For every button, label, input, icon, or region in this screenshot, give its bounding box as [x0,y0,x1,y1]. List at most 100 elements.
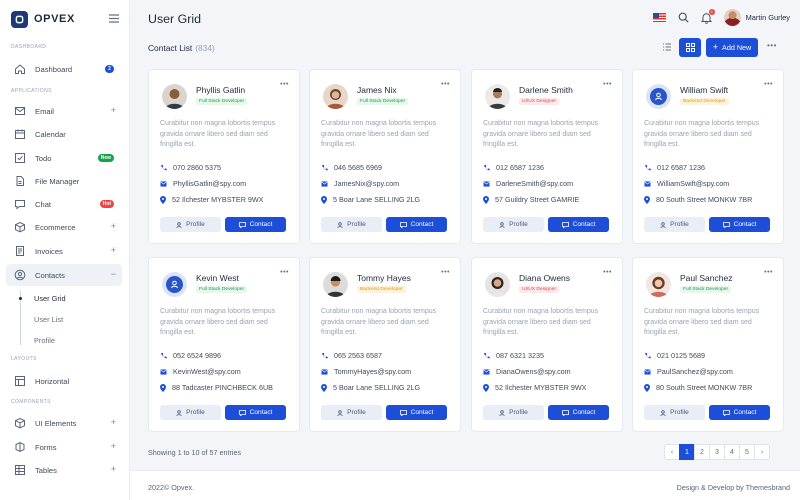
sidebar-item-forms[interactable]: Forms + [6,436,122,458]
sidebar-item-horizontal[interactable]: Horizontal [6,370,122,392]
sidebar-item-label: Horizontal [35,376,70,386]
sidebar-item-tables[interactable]: Tables + [6,459,122,481]
avatar[interactable] [485,272,510,297]
email[interactable]: JamesNix@spy.com [334,179,399,188]
avatar[interactable] [485,84,510,109]
avatar[interactable] [162,84,187,109]
contact-button[interactable]: Contact [386,405,447,420]
phone: 021 0125 5689 [657,351,705,360]
menu-toggle-icon[interactable] [109,14,119,23]
email[interactable]: PhyllisGatlin@spy.com [173,179,246,188]
email-row: PhyllisGatlin@spy.com [160,179,246,188]
email[interactable]: DianaOwens@spy.com [496,367,571,376]
sidebar-item-ecommerce[interactable]: Ecommerce + [6,216,122,238]
address: 80 South Street MONKW 7BR [656,383,753,392]
contact-button[interactable]: Contact [225,405,286,420]
expand-icon[interactable]: + [111,106,116,115]
collapse-icon[interactable]: − [111,270,116,279]
card-menu-icon[interactable]: ••• [441,81,450,88]
brand[interactable]: OPVEX [0,0,129,38]
search-icon[interactable] [678,12,689,23]
pagination-page-1[interactable]: 1 [679,444,695,460]
user-name[interactable]: Kevin West [196,273,239,283]
profile-button[interactable]: Profile [160,405,221,420]
email[interactable]: PaulSanchez@spy.com [657,367,733,376]
card-menu-icon[interactable]: ••• [603,81,612,88]
email[interactable]: DarleneSmith@spy.com [496,179,573,188]
card-menu-icon[interactable]: ••• [280,269,289,276]
pagination-page-3[interactable]: 3 [709,444,725,460]
grid-view-button[interactable] [679,38,701,57]
sidebar-item-calendar[interactable]: Calendar [6,123,122,145]
contact-button[interactable]: Contact [709,405,770,420]
user-name[interactable]: Phyllis Gatlin [196,85,245,95]
sidebar-item-email[interactable]: Email + [6,100,122,122]
list-view-icon[interactable] [662,42,672,52]
pagination-page-4[interactable]: 4 [724,444,740,460]
card-menu-icon[interactable]: ••• [764,81,773,88]
expand-icon[interactable]: + [111,418,116,427]
contact-button[interactable]: Contact [386,217,447,232]
profile-button[interactable]: Profile [644,405,705,420]
user-name[interactable]: Martin Gurley [746,13,790,22]
sidebar-sub-user-grid[interactable]: User Grid [34,294,66,303]
contact-label: Contact [410,409,434,416]
avatar[interactable] [646,272,671,297]
notification-button[interactable]: 4 [700,8,715,24]
card-menu-icon[interactable]: ••• [280,81,289,88]
profile-button[interactable]: Profile [483,217,544,232]
user-name[interactable]: Tommy Hayes [357,273,411,283]
profile-button[interactable]: Profile [160,217,221,232]
sidebar-item-dashboard[interactable]: Dashboard 2 [6,58,122,80]
mail-icon [321,180,328,187]
contact-button[interactable]: Contact [709,217,770,232]
sidebar-item-chat[interactable]: Chat Hot [6,193,122,215]
address: 5 Boar Lane SELLING 2LG [333,383,421,392]
user-name[interactable]: Diana Owens [519,273,570,283]
expand-icon[interactable]: + [111,465,116,474]
sidebar-item-invoices[interactable]: Invoices + [6,240,122,262]
user-name[interactable]: James Nix [357,85,397,95]
avatar[interactable] [323,84,348,109]
email[interactable]: WilliamSwift@spy.com [657,179,729,188]
pagination-prev[interactable]: ‹ [664,444,680,460]
sidebar-item-contacts[interactable]: Contacts − [6,264,122,286]
email[interactable]: TommyHayes@spy.com [334,367,411,376]
avatar[interactable] [323,272,348,297]
expand-icon[interactable]: + [111,222,116,231]
sidebar-item-file-manager[interactable]: File Manager [6,170,122,192]
avatar[interactable] [646,84,671,109]
pagination-page-2[interactable]: 2 [694,444,710,460]
expand-icon[interactable]: + [111,442,116,451]
profile-button[interactable]: Profile [321,405,382,420]
profile-button[interactable]: Profile [644,217,705,232]
contact-button[interactable]: Contact [548,217,609,232]
pagination-page-5[interactable]: 5 [739,444,755,460]
card-menu-icon[interactable]: ••• [603,269,612,276]
sidebar-sub-user-list[interactable]: User List [34,315,63,324]
contact-button[interactable]: Contact [548,405,609,420]
phone-row: 012 6587 1236 [483,163,544,172]
email[interactable]: KevinWest@spy.com [173,367,241,376]
expand-icon[interactable]: + [111,246,116,255]
more-options-icon[interactable]: ••• [767,41,777,50]
us-flag-icon[interactable] [652,13,666,22]
chat-icon [15,200,25,210]
sidebar-sub-profile[interactable]: Profile [34,336,55,345]
user-name[interactable]: Paul Sanchez [680,273,732,283]
profile-button[interactable]: Profile [321,217,382,232]
sidebar-item-ui-elements[interactable]: UI Elements + [6,412,122,434]
phone: 046 5685 6969 [334,163,382,172]
user-name[interactable]: Darlene Smith [519,85,573,95]
pagination-next[interactable]: › [754,444,770,460]
card-menu-icon[interactable]: ••• [441,269,450,276]
add-new-button[interactable]: + Add New [706,38,758,57]
sidebar-item-todo[interactable]: Todo New [6,147,122,169]
user-name[interactable]: William Swift [680,85,728,95]
profile-button[interactable]: Profile [483,405,544,420]
phone: 052 6524 9896 [173,351,221,360]
contact-button[interactable]: Contact [225,217,286,232]
card-menu-icon[interactable]: ••• [764,269,773,276]
user-avatar[interactable] [723,9,741,26]
avatar[interactable] [162,272,187,297]
